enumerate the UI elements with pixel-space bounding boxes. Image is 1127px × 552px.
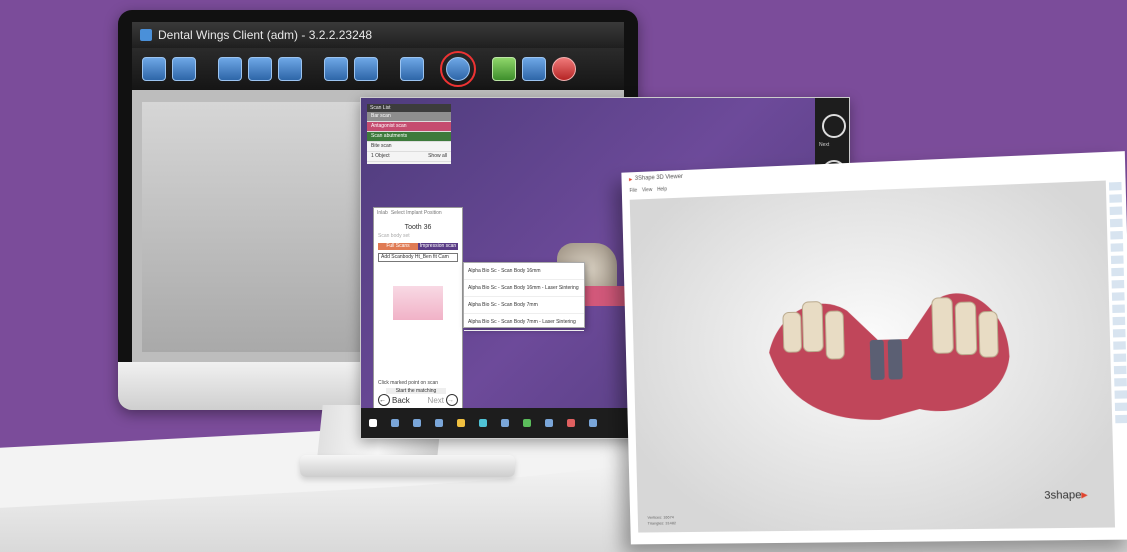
scan-list-item[interactable]: Antagonist scan <box>367 122 451 132</box>
show-all-link[interactable]: Show all <box>428 152 447 161</box>
app-icon[interactable] <box>501 419 509 427</box>
dialog-navigation: ← Back Next → <box>378 394 458 406</box>
sync-icon[interactable] <box>492 57 516 81</box>
folder-icon[interactable] <box>457 419 465 427</box>
back-button[interactable]: ← Back <box>378 394 410 406</box>
tooth <box>802 302 823 352</box>
dropdown-option[interactable]: Alpha Bio Sc - Scan Body 16mm <box>464 263 584 280</box>
implant-position-dialog: Inlab Select Implant Position Tooth 36 S… <box>373 207 463 409</box>
window-title: Dental Wings Client (adm) - 3.2.2.23248 <box>158 28 373 42</box>
scan-icon[interactable] <box>218 57 242 81</box>
next-label: Next <box>427 395 444 405</box>
next-button[interactable]: Next → <box>428 394 458 406</box>
brand-text: 3shape <box>1044 489 1082 502</box>
dropdown-option[interactable]: Alpha Bio Sc - Scan Body 16mm - Laser Si… <box>464 280 584 297</box>
implant-abutment <box>887 339 903 380</box>
tab-full-scans[interactable]: Full Scans <box>378 243 418 250</box>
dental-wings-app-icon <box>140 29 152 41</box>
photo-icon[interactable] <box>400 57 424 81</box>
dialog-brand: Inlab <box>377 210 388 216</box>
display-icon[interactable] <box>324 57 348 81</box>
app-icon[interactable] <box>589 419 597 427</box>
viewer-tool-strip[interactable] <box>1108 181 1127 428</box>
tooth <box>932 298 954 354</box>
menu-file[interactable]: File <box>629 188 637 194</box>
app-icon[interactable] <box>567 419 575 427</box>
scan-list-item[interactable]: Bite scan <box>367 142 451 152</box>
image-icon[interactable] <box>354 57 378 81</box>
dialog-header: Inlab Select Implant Position <box>374 208 462 218</box>
menu-help[interactable]: Help <box>657 186 667 192</box>
arrow-right-icon: → <box>446 394 458 406</box>
object-count: 1 Object <box>371 153 390 159</box>
monitor-stand-base <box>300 455 515 477</box>
menu-view[interactable]: View <box>642 187 652 193</box>
brand-mark-icon: ▸ <box>1081 489 1088 502</box>
task-view-icon[interactable] <box>413 419 421 427</box>
viewer-title: 3Shape 3D Viewer <box>634 174 683 182</box>
scan-body-subtitle: Scan body set <box>378 233 410 239</box>
3shape-logo-icon: ▸ <box>629 176 633 183</box>
tooth <box>825 311 844 359</box>
main-toolbar <box>132 48 624 90</box>
dental-arch-model <box>767 291 1012 423</box>
triangles-count: Triangles: 31482 <box>647 520 677 526</box>
scanbody-dropdown: Alpha Bio Sc - Scan Body 16mm Alpha Bio … <box>463 262 585 331</box>
scanbody-preview-image <box>393 286 443 320</box>
scan-list-item[interactable]: Scan abutments <box>367 132 451 142</box>
camera-icon[interactable] <box>278 57 302 81</box>
edit-icon[interactable] <box>142 57 166 81</box>
implant-abutment <box>869 339 884 380</box>
inlab-icon[interactable] <box>479 419 487 427</box>
3shape-brand: 3shape▸ <box>1044 488 1087 502</box>
tab-impression-scan[interactable]: Impression scan <box>418 243 458 250</box>
scan-list-header: Scan List <box>367 104 451 112</box>
explorer-icon[interactable] <box>435 419 443 427</box>
scan-type-tabs: Full Scans Impression scan <box>378 243 458 250</box>
scan-list-item[interactable]: Bar scan <box>367 112 451 122</box>
dialog-step-title: Select Implant Position <box>390 210 442 216</box>
power-icon[interactable] <box>552 57 576 81</box>
back-label: Back <box>392 395 410 405</box>
scan-list-footer: 1 Object Show all <box>367 152 451 162</box>
arrow-left-icon: ← <box>378 394 390 406</box>
dropdown-option[interactable]: Alpha Bio Sc - Scan Body 7mm <box>464 297 584 314</box>
instruction-text: Click marked point on scan <box>378 380 439 386</box>
globe-icon[interactable] <box>522 57 546 81</box>
next-step-icon[interactable] <box>822 114 846 138</box>
monitor-front: ▸ 3Shape 3D Viewer File View Help 3shape… <box>621 151 1127 545</box>
app-icon[interactable] <box>523 419 531 427</box>
link-icon[interactable] <box>440 51 476 87</box>
dropdown-option[interactable]: Alpha Bio Sc - Scan Body 7mm - Laser Sin… <box>464 314 584 331</box>
patient-icon[interactable] <box>172 57 196 81</box>
search-icon[interactable] <box>391 419 399 427</box>
tooth <box>955 302 977 355</box>
model-stats: Vertices: 16674 Triangles: 31482 <box>647 514 676 526</box>
next-step-label: Next <box>819 142 830 148</box>
3d-model-viewport[interactable]: 3shape▸ Vertices: 16674 Triangles: 31482 <box>629 180 1116 533</box>
scanbody-select-value: Ht_Ben fit Cam <box>414 254 449 260</box>
tooth <box>979 311 999 357</box>
scanbody-select[interactable]: Add Scanbody Ht_Ben fit Cam <box>378 253 458 262</box>
monitor-icon[interactable] <box>248 57 272 81</box>
scanbody-select-label: Add Scanbody <box>381 254 414 260</box>
start-icon[interactable] <box>369 419 377 427</box>
tooth <box>783 312 802 352</box>
tooth-title: Tooth 36 <box>404 224 432 231</box>
app-icon[interactable] <box>545 419 553 427</box>
scan-list-panel: Scan List Bar scan Antagonist scan Scan … <box>367 104 451 164</box>
title-bar: Dental Wings Client (adm) - 3.2.2.23248 <box>132 22 624 48</box>
